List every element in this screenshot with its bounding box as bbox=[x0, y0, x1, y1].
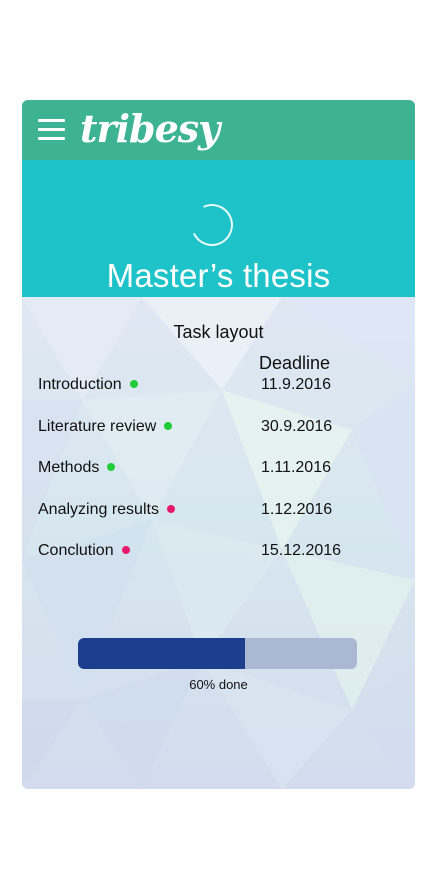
status-dot bbox=[166, 504, 175, 513]
task-label[interactable]: Literature review bbox=[38, 418, 173, 436]
status-dot bbox=[107, 462, 116, 471]
task-row[interactable]: Conclution 15.12.2016 bbox=[22, 542, 415, 566]
task-layout-heading: Task layout bbox=[173, 322, 264, 342]
progress-bar bbox=[78, 638, 357, 669]
task-row[interactable]: Methods 1.11.2016 bbox=[22, 459, 415, 483]
hamburger-menu-icon[interactable] bbox=[38, 119, 65, 141]
task-label[interactable]: Analyzing results bbox=[38, 501, 175, 519]
brand-logo: tribesy bbox=[80, 106, 220, 151]
status-dot bbox=[164, 421, 173, 430]
loading-spinner-icon bbox=[185, 198, 239, 252]
app-screen: tribesy Master’s thesis Task layout Dead… bbox=[22, 100, 415, 789]
task-deadline: 15.12.2016 bbox=[261, 542, 342, 559]
task-deadline: 11.9.2016 bbox=[261, 376, 331, 393]
progress-label: 60% done bbox=[189, 677, 248, 692]
task-row[interactable]: Analyzing results 1.12.2016 bbox=[22, 501, 415, 525]
task-label[interactable]: Methods bbox=[38, 459, 116, 477]
task-deadline: 1.12.2016 bbox=[261, 501, 333, 518]
top-bar: tribesy bbox=[22, 100, 415, 160]
task-deadline: 30.9.2016 bbox=[261, 418, 333, 435]
page-title: Master’s thesis bbox=[106, 257, 331, 294]
task-label[interactable]: Conclution bbox=[38, 542, 130, 560]
deadline-column-header: Deadline bbox=[259, 353, 331, 373]
status-dot bbox=[129, 379, 138, 388]
task-deadline: 1.11.2016 bbox=[261, 459, 331, 476]
task-label[interactable]: Introduction bbox=[38, 376, 138, 394]
progress-fill bbox=[78, 638, 246, 669]
task-row[interactable]: Literature review 30.9.2016 bbox=[22, 418, 415, 442]
status-dot bbox=[121, 545, 130, 554]
task-row[interactable]: Introduction 11.9.2016 bbox=[22, 376, 415, 400]
project-header: Master’s thesis bbox=[22, 160, 415, 297]
